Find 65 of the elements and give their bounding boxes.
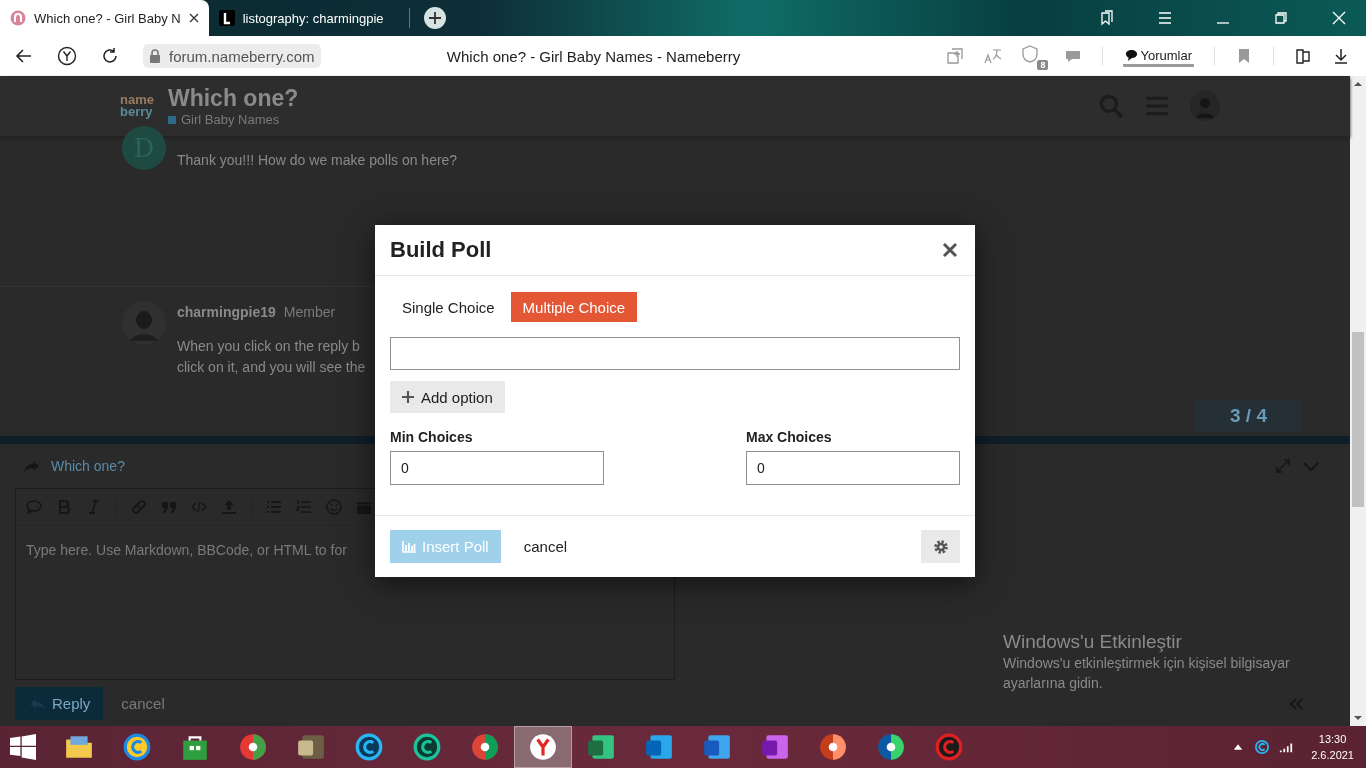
field-label: Min Choices xyxy=(390,429,474,445)
poll-option-field[interactable] xyxy=(390,337,960,370)
close-icon[interactable] xyxy=(942,242,958,258)
speech-bubble-icon xyxy=(1125,48,1139,62)
category-link[interactable]: Girl Baby Names xyxy=(180,112,280,127)
browser-logo-icon[interactable] xyxy=(57,46,77,66)
shield-icon xyxy=(1022,45,1039,63)
topic-title[interactable]: Which one? xyxy=(167,85,299,112)
cancel-link[interactable]: cancel xyxy=(523,538,568,555)
ring-icon xyxy=(412,732,442,762)
post-text: Thank you!!! How do we make polls on here? xyxy=(177,151,458,170)
scroll-down-icon[interactable] xyxy=(1353,713,1363,723)
user-title: Member xyxy=(283,304,336,320)
slides-app-icon xyxy=(818,732,848,762)
menu-icon[interactable] xyxy=(1157,10,1173,26)
bookmarks-icon[interactable] xyxy=(1099,10,1115,26)
settings-button[interactable] xyxy=(921,530,960,563)
clock[interactable]: 13:30 2.6.2021 xyxy=(1303,731,1366,763)
url-field[interactable]: forum.nameberry.com xyxy=(143,44,321,68)
topic-link[interactable]: Which one? xyxy=(51,458,125,474)
scrollbar-thumb[interactable] xyxy=(1352,332,1364,507)
site-logo[interactable]: name berry xyxy=(120,94,154,118)
document-app-icon xyxy=(702,732,732,762)
download-icon[interactable] xyxy=(1332,47,1350,65)
site-icon xyxy=(10,10,26,26)
reply-button[interactable]: Reply xyxy=(15,687,104,720)
translate-icon[interactable] xyxy=(984,47,1003,65)
activation-title: Windows'u Etkinleştir xyxy=(1003,631,1183,653)
category-square-icon xyxy=(167,115,176,124)
cancel-link[interactable]: cancel xyxy=(121,695,165,712)
browser-tab[interactable]: listography: charmingpie xyxy=(208,0,409,36)
max-choices-field[interactable]: 0 xyxy=(746,451,960,485)
post-counter[interactable]: 3 / 4 xyxy=(1195,400,1302,432)
page-title: Which one? - Girl Baby Names - Nameberry xyxy=(446,47,741,65)
min-choices-field[interactable]: 0 xyxy=(390,451,604,485)
notebook-app-icon xyxy=(760,732,790,762)
dialog-title: Build Poll xyxy=(390,237,492,263)
scroll-up-icon[interactable] xyxy=(1353,79,1363,89)
tab-title: Which one? - Girl Baby N xyxy=(34,10,181,26)
close-icon[interactable] xyxy=(188,13,199,23)
add-option-button[interactable]: Add option xyxy=(390,381,505,413)
reload-icon[interactable] xyxy=(100,46,120,66)
collections-icon[interactable] xyxy=(1294,47,1312,65)
spreadsheet-icon xyxy=(586,732,616,762)
browser-tab[interactable]: Which one? - Girl Baby N xyxy=(0,0,209,36)
poll-type-tab[interactable]: Multiple Choice xyxy=(510,292,638,322)
field-label: Max Choices xyxy=(746,429,833,445)
start-icon[interactable] xyxy=(10,734,36,760)
taskbar-button[interactable] xyxy=(514,726,572,768)
ring-icon xyxy=(354,732,384,762)
mail-app-icon xyxy=(644,732,674,762)
activation-text: Windows'u etkinleştirmek için kişisel bilgisayar ayarlarına gidin. xyxy=(1003,654,1291,693)
plus-icon xyxy=(402,391,414,403)
protection-button[interactable]: 8 xyxy=(1022,45,1045,67)
site-icon xyxy=(218,10,235,26)
comments-button[interactable]: Yorumlar xyxy=(1123,45,1194,67)
add-tab-icon[interactable] xyxy=(946,47,965,65)
new-tab-icon[interactable] xyxy=(423,7,446,29)
post-text: When you click on the reply b click on it, and you will see the xyxy=(177,337,366,377)
username[interactable]: charmingpie19 xyxy=(177,304,276,320)
tab-title: listography: charmingpie xyxy=(242,10,385,26)
lock-icon xyxy=(149,49,161,63)
restore-icon[interactable] xyxy=(1273,10,1289,26)
bar-chart-icon xyxy=(402,540,416,553)
ring-icon[interactable] xyxy=(1255,740,1270,754)
